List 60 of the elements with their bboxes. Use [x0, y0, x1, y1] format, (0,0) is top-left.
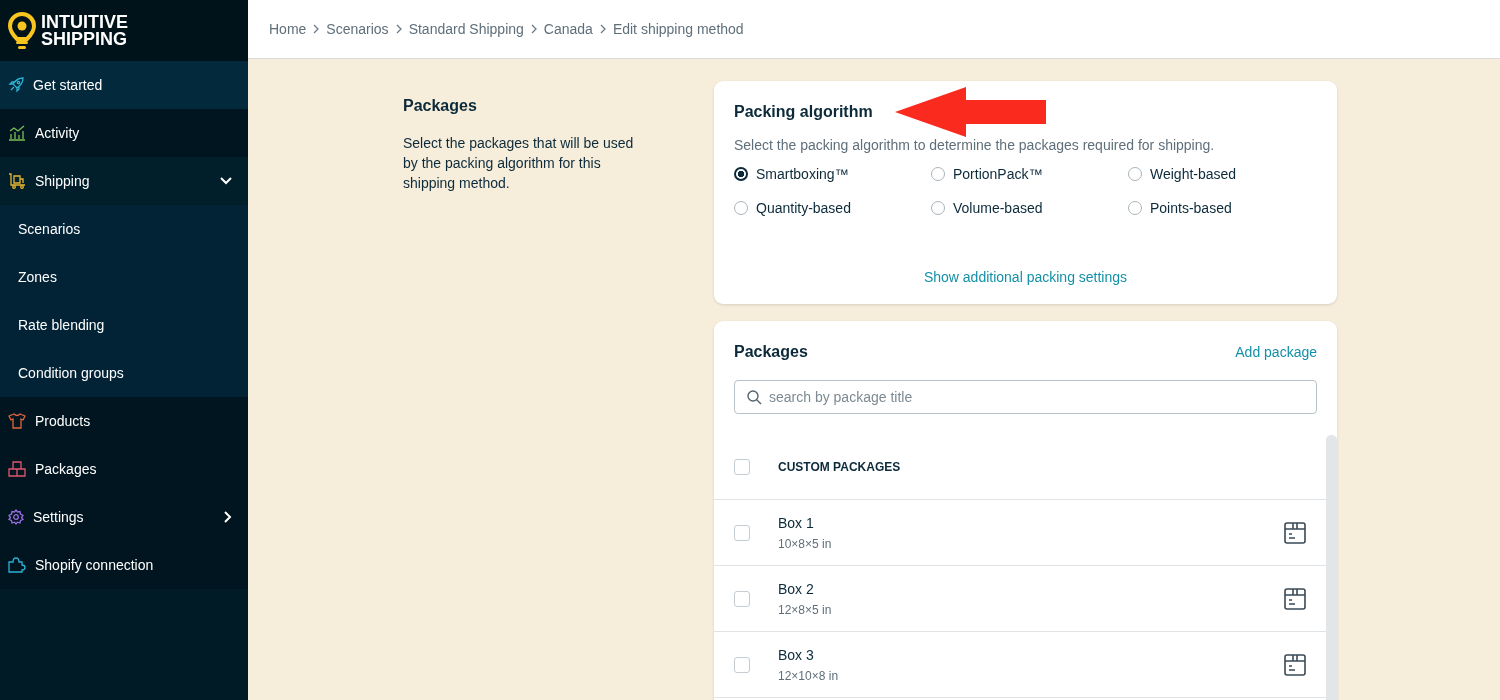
submenu-item[interactable]: Condition groups	[0, 349, 248, 397]
show-settings-link[interactable]: Show additional packing settings	[923, 269, 1128, 285]
submenu-item[interactable]: Rate blending	[0, 301, 248, 349]
chart-icon	[8, 125, 26, 141]
checkbox[interactable]	[734, 524, 750, 541]
shirt-icon	[8, 413, 26, 429]
search-field[interactable]: search by package title	[734, 380, 1317, 414]
radio-button[interactable]	[734, 167, 748, 181]
radio-option[interactable]: Volume-based	[931, 200, 1128, 216]
package-name: Box 3	[778, 646, 815, 663]
chevron-right-icon	[313, 24, 320, 34]
breadcrumb-link[interactable]: Scenarios	[326, 21, 389, 37]
column-header: CUSTOM PACKAGES	[778, 460, 901, 474]
breadcrumb-link[interactable]: Edit shipping method	[612, 21, 744, 37]
radio-option[interactable]: Quantity-based	[734, 200, 931, 216]
nav-item[interactable]: Get started	[0, 61, 248, 109]
lightbulb-pin-icon	[7, 11, 37, 50]
submenu-item[interactable]: Scenarios	[0, 205, 248, 253]
package-name: Box 1	[778, 514, 815, 531]
card-title: Packages	[734, 343, 808, 361]
radio-option[interactable]: Points-based	[1128, 200, 1317, 216]
nav-item[interactable]: Shipping	[0, 157, 248, 205]
package-name: Box 2	[778, 580, 815, 597]
add-package-link[interactable]: Add package	[1235, 344, 1317, 360]
card-title: Packing algorithm	[734, 103, 873, 121]
nav-item[interactable]: Activity	[0, 109, 248, 157]
search-icon	[747, 390, 762, 405]
chevron-right-icon	[599, 24, 606, 34]
nav-item[interactable]: Shopify connection	[0, 541, 248, 589]
checkbox[interactable]	[734, 459, 750, 475]
chevron-right-icon	[530, 24, 537, 34]
box-icon	[1284, 521, 1306, 544]
breadcrumb-link[interactable]: Canada	[543, 21, 593, 37]
radio-option[interactable]: PortionPack™	[931, 166, 1128, 182]
breadcrumb-link[interactable]: Standard Shipping	[408, 21, 524, 37]
gear-icon	[8, 509, 24, 525]
radio-option[interactable]: Smartboxing™	[734, 166, 931, 182]
nav-item[interactable]: Products	[0, 397, 248, 445]
rocket-icon	[8, 77, 24, 93]
box-icon	[1284, 587, 1306, 610]
nav-item[interactable]: Settings	[0, 493, 248, 541]
chevron-right-icon	[395, 24, 402, 34]
box-icon	[1284, 653, 1306, 676]
nav-item[interactable]: Packages	[0, 445, 248, 493]
puzzle-icon	[8, 557, 26, 573]
boxes-icon	[8, 461, 26, 477]
package-size: 10×8×5 in	[778, 536, 833, 551]
radio-option[interactable]: Weight-based	[1128, 166, 1317, 182]
package-size: 12×8×5 in	[778, 602, 833, 617]
submenu-item[interactable]: Zones	[0, 253, 248, 301]
package-size: 12×10×8 in	[778, 668, 840, 683]
logo-text: INTUITIVE SHIPPING	[41, 13, 128, 48]
section-title: Packages	[403, 97, 478, 115]
scrollbar[interactable]	[1326, 435, 1337, 700]
section-description: Select the packages that will be used by the packing algorithm for this shipping method.	[403, 134, 635, 193]
checkbox[interactable]	[734, 656, 750, 673]
breadcrumb-link[interactable]: Home	[269, 21, 307, 37]
truck-icon	[8, 173, 26, 189]
card-description: Select the packing algorithm to determine the packages required for shipping.	[734, 137, 1216, 153]
checkbox[interactable]	[734, 590, 750, 607]
